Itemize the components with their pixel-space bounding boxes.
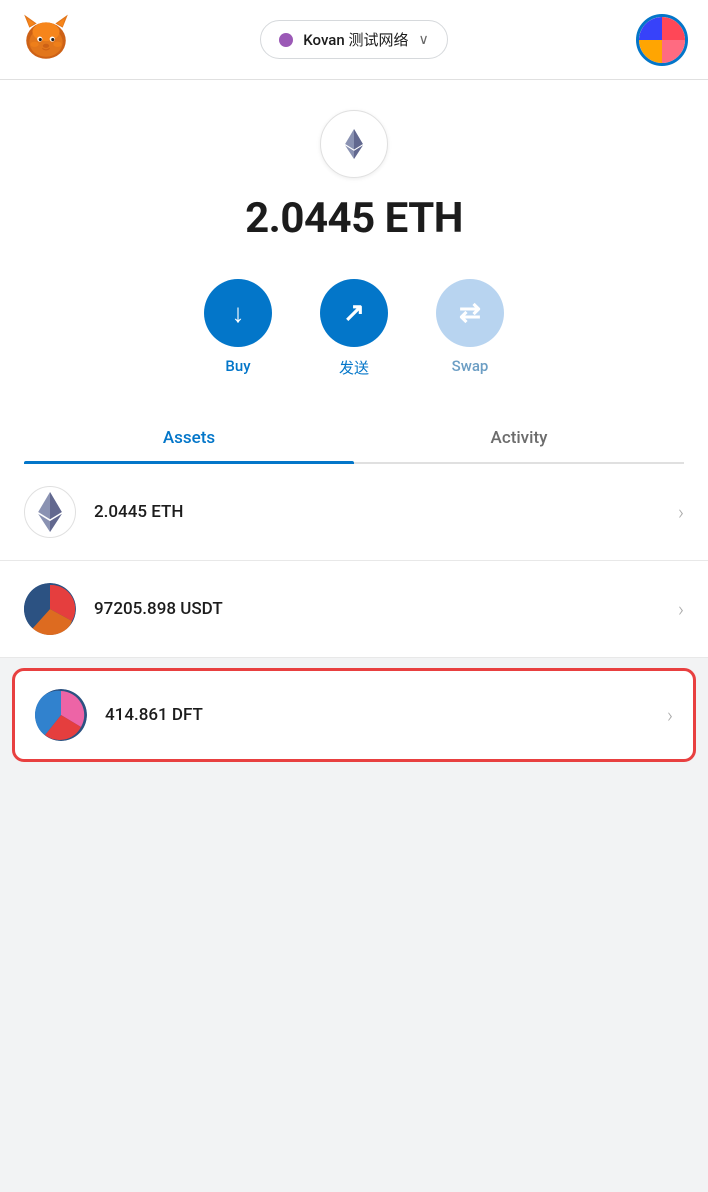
- send-action[interactable]: ↗ 发送: [320, 279, 388, 378]
- send-button-circle[interactable]: ↗: [320, 279, 388, 347]
- swap-button-circle[interactable]: ⇄: [436, 279, 504, 347]
- account-avatar[interactable]: [636, 14, 688, 66]
- send-icon: ↗: [343, 298, 365, 328]
- asset-item-eth[interactable]: 2.0445 ETH ›: [0, 464, 708, 561]
- swap-action[interactable]: ⇄ Swap: [436, 279, 504, 378]
- buy-button-circle[interactable]: ↓: [204, 279, 272, 347]
- assets-list: 2.0445 ETH › 97205.898 USDT ›: [0, 464, 708, 772]
- usdt-token-icon: [24, 583, 76, 635]
- app-header: Kovan 测试网络 ∨: [0, 0, 708, 80]
- dft-token-icon: [35, 689, 87, 741]
- eth-chevron-right-icon: ›: [678, 500, 684, 524]
- bottom-spacer: [0, 772, 708, 832]
- asset-item-usdt[interactable]: 97205.898 USDT ›: [0, 561, 708, 658]
- main-content: 2.0445 ETH ↓ Buy ↗ 发送 ⇄ Swap Assets Ac: [0, 80, 708, 464]
- buy-action[interactable]: ↓ Buy: [204, 279, 272, 378]
- main-tabs: Assets Activity: [24, 414, 684, 464]
- tab-assets[interactable]: Assets: [24, 414, 354, 462]
- buy-icon: ↓: [232, 298, 245, 329]
- dft-chevron-right-icon: ›: [667, 703, 673, 727]
- network-status-dot: [279, 33, 293, 47]
- eth-asset-amount: 2.0445 ETH: [94, 502, 678, 522]
- chevron-down-icon: ∨: [418, 32, 428, 48]
- metamask-logo: [20, 12, 72, 68]
- eth-logo-icon: [320, 110, 388, 178]
- network-name: Kovan 测试网络: [303, 29, 408, 50]
- usdt-asset-amount: 97205.898 USDT: [94, 599, 678, 619]
- dft-asset-amount: 414.861 DFT: [105, 705, 667, 725]
- action-buttons: ↓ Buy ↗ 发送 ⇄ Swap: [204, 279, 504, 378]
- eth-balance: 2.0445 ETH: [245, 194, 463, 243]
- send-label: 发送: [339, 357, 369, 378]
- asset-item-dft[interactable]: 414.861 DFT ›: [12, 668, 696, 762]
- swap-icon: ⇄: [459, 298, 481, 328]
- tab-activity[interactable]: Activity: [354, 414, 684, 462]
- network-selector[interactable]: Kovan 测试网络 ∨: [260, 20, 447, 59]
- usdt-chevron-right-icon: ›: [678, 597, 684, 621]
- buy-label: Buy: [225, 357, 250, 375]
- eth-token-icon: [24, 486, 76, 538]
- swap-label: Swap: [452, 357, 489, 375]
